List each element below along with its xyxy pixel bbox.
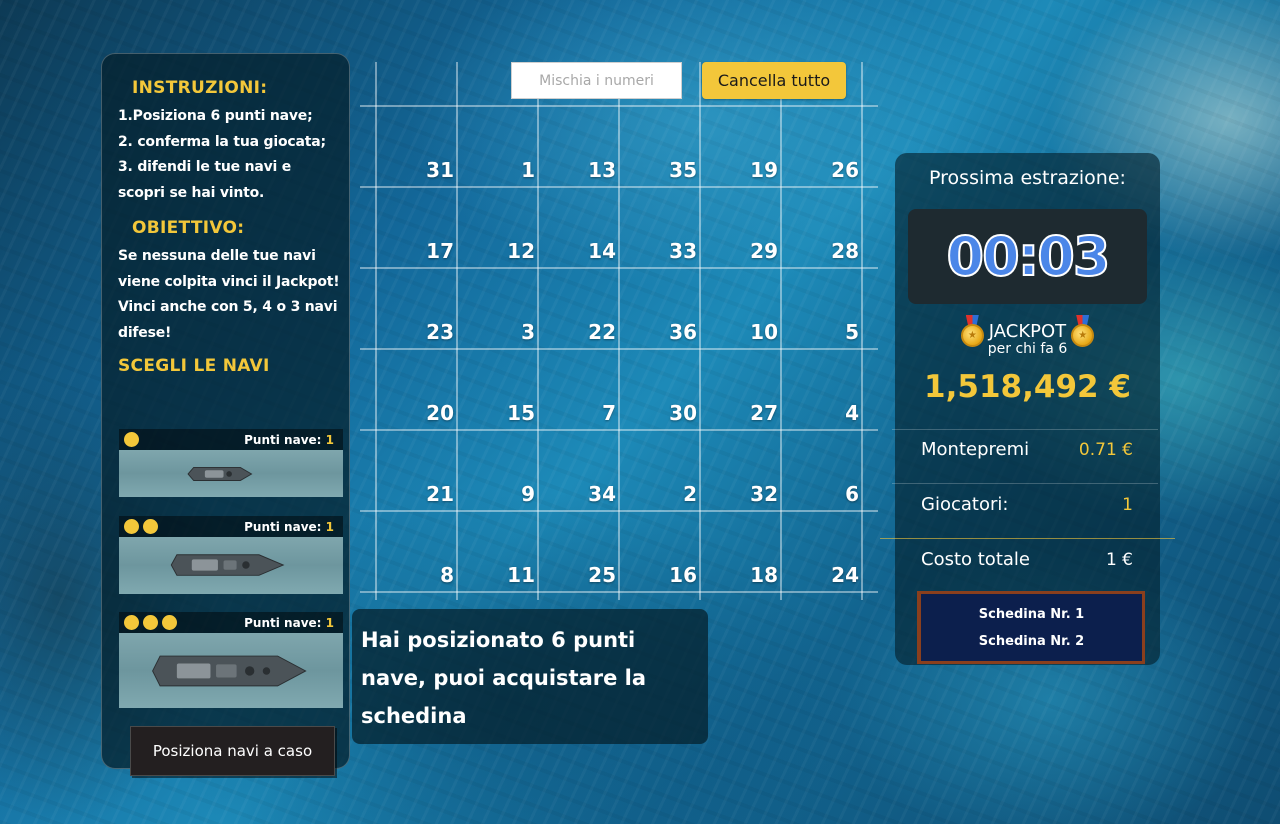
- small-ship-icon[interactable]: [119, 450, 343, 497]
- grid-cell[interactable]: 13: [538, 106, 619, 187]
- points-label: Punti nave:: [244, 615, 322, 630]
- ship-card-header: Punti nave: 1: [119, 429, 343, 450]
- grid-cell[interactable]: 10: [700, 268, 781, 349]
- grid-cell[interactable]: 2: [619, 430, 700, 511]
- total-cost-value: 1 €: [1105, 549, 1133, 570]
- prize-pool-value: 0.71 €: [1078, 439, 1133, 460]
- prize-pool-label: Montepremi: [921, 439, 1030, 460]
- jackpot-label: JACKPOT: [988, 321, 1067, 342]
- grid-cell[interactable]: 1: [457, 106, 538, 187]
- grid-cell[interactable]: 3: [457, 268, 538, 349]
- choose-ships-title: SCEGLI LE NAVI: [118, 356, 270, 376]
- players-value: 1: [1122, 494, 1133, 515]
- grid-cell[interactable]: 20: [376, 349, 457, 430]
- instructions-title: INSTRUZIONI:: [132, 78, 268, 98]
- ship-card-small[interactable]: Punti nave: 1: [119, 429, 343, 497]
- grid-cell[interactable]: 34: [538, 430, 619, 511]
- players-row: Giocatori: 1: [921, 494, 1133, 515]
- ticket-item[interactable]: Schedina Nr. 1: [979, 607, 1084, 622]
- points-label: Punti nave:: [244, 432, 322, 447]
- prize-pool-row: Montepremi 0.71 €: [921, 439, 1133, 460]
- shuffle-numbers-input[interactable]: [511, 62, 682, 99]
- countdown-timer: 00:03: [908, 209, 1147, 304]
- grid-cell[interactable]: 27: [700, 349, 781, 430]
- ship-size-dots: [124, 432, 139, 447]
- ship-size-dots: [124, 615, 177, 630]
- grid-cell[interactable]: 6: [781, 430, 862, 511]
- points-value: 1: [325, 615, 334, 630]
- draw-panel: Prossima estrazione: 00:03 ★ JACKPOT ★ p…: [880, 153, 1175, 665]
- grid-cell[interactable]: 29: [700, 187, 781, 268]
- jackpot-subtitle: per chi fa 6: [987, 341, 1068, 357]
- divider: [892, 429, 1158, 430]
- grid-cell[interactable]: 15: [457, 349, 538, 430]
- status-message: Hai posizionato 6 punti nave, puoi acqui…: [352, 609, 708, 744]
- grid-cell[interactable]: 32: [700, 430, 781, 511]
- grid-cell[interactable]: 31: [376, 106, 457, 187]
- ship-size-dots: [124, 519, 158, 534]
- grid-cell[interactable]: 14: [538, 187, 619, 268]
- grid-cell[interactable]: 17: [376, 187, 457, 268]
- grid-cell[interactable]: 11: [457, 511, 538, 592]
- grid-cell[interactable]: 9: [457, 430, 538, 511]
- objective-text: Se nessuna delle tue navi viene colpita …: [118, 248, 340, 341]
- next-draw-title: Prossima estrazione:: [929, 167, 1126, 189]
- grid-cell[interactable]: 23: [376, 268, 457, 349]
- grid-cell[interactable]: 16: [619, 511, 700, 592]
- grid-cell[interactable]: 30: [619, 349, 700, 430]
- grid-cell[interactable]: 33: [619, 187, 700, 268]
- divider: [892, 483, 1158, 484]
- clear-all-button[interactable]: Cancella tutto: [702, 62, 846, 99]
- grid-cell[interactable]: 28: [781, 187, 862, 268]
- ticket-list: Schedina Nr. 1 Schedina Nr. 2: [917, 591, 1145, 664]
- grid-cell[interactable]: 19: [700, 106, 781, 187]
- grid-cell[interactable]: 25: [538, 511, 619, 592]
- ticket-item[interactable]: Schedina Nr. 2: [979, 634, 1084, 649]
- total-cost-row: Costo totale 1 €: [921, 549, 1133, 570]
- points-value: 1: [325, 519, 334, 534]
- grid-cell[interactable]: 5: [781, 268, 862, 349]
- grid-cell[interactable]: 24: [781, 511, 862, 592]
- points-label: Punti nave:: [244, 519, 322, 534]
- instructions-text: 1.Posiziona 6 punti nave; 2. conferma la…: [118, 108, 326, 201]
- grid-cell[interactable]: 35: [619, 106, 700, 187]
- grid-cell[interactable]: 7: [538, 349, 619, 430]
- jackpot-amount: 1,518,492 €: [924, 369, 1131, 405]
- ship-card-large[interactable]: Punti nave: 1: [119, 612, 343, 708]
- ship-card-header: Punti nave: 1: [119, 516, 343, 537]
- divider: [880, 538, 1175, 539]
- grid-cell[interactable]: 36: [619, 268, 700, 349]
- players-label: Giocatori:: [921, 494, 1009, 515]
- grid-cell[interactable]: 8: [376, 511, 457, 592]
- medium-ship-icon[interactable]: [119, 537, 343, 594]
- points-value: 1: [325, 432, 334, 447]
- instructions-panel: INSTRUZIONI: 1.Posiziona 6 punti nave; 2…: [101, 53, 350, 776]
- ship-card-header: Punti nave: 1: [119, 612, 343, 633]
- random-placement-button[interactable]: Posiziona navi a caso: [130, 726, 335, 776]
- total-cost-label: Costo totale: [921, 549, 1030, 570]
- grid-cell[interactable]: 26: [781, 106, 862, 187]
- grid-cell[interactable]: 18: [700, 511, 781, 592]
- grid-cell[interactable]: 21: [376, 430, 457, 511]
- grid-cell[interactable]: 12: [457, 187, 538, 268]
- objective-title: OBIETTIVO:: [132, 218, 245, 238]
- ship-card-medium[interactable]: Punti nave: 1: [119, 516, 343, 594]
- grid-cell[interactable]: 4: [781, 349, 862, 430]
- large-ship-icon[interactable]: [119, 633, 343, 708]
- grid-cell[interactable]: 22: [538, 268, 619, 349]
